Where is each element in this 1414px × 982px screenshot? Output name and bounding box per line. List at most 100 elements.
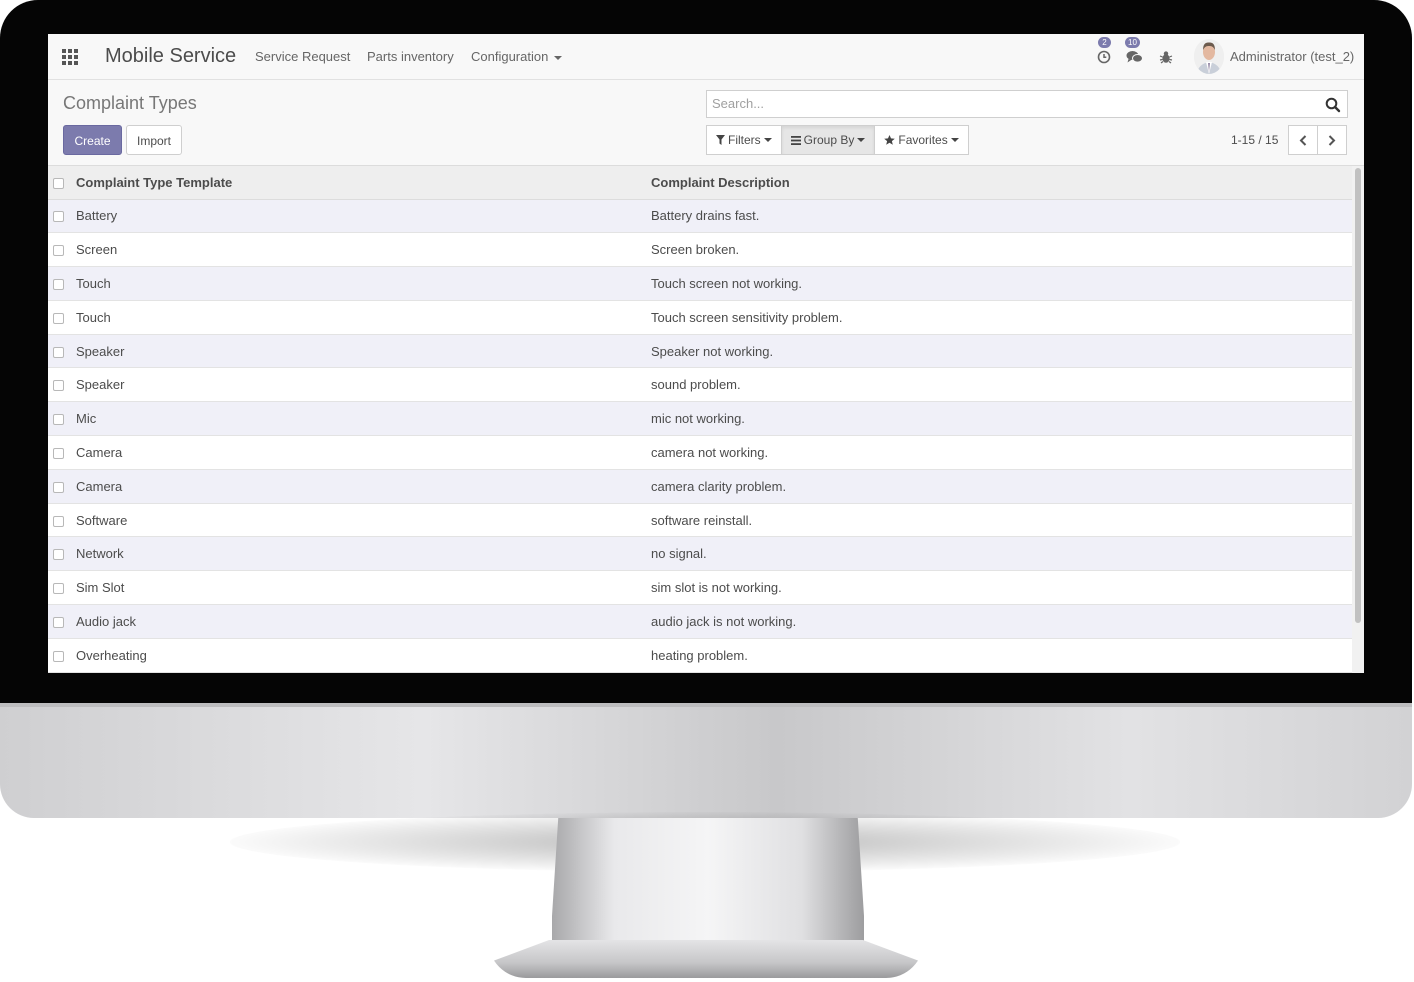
row-checkbox-cell: [48, 604, 76, 639]
list-icon: [790, 135, 801, 145]
row-checkbox[interactable]: [53, 617, 64, 629]
row-checkbox[interactable]: [53, 245, 64, 257]
template-cell[interactable]: Screen: [76, 232, 651, 268]
activity-count-badge: 2: [1098, 37, 1111, 48]
user-menu[interactable]: Administrator (test_2): [1230, 49, 1354, 64]
template-cell[interactable]: Audio jack: [76, 604, 651, 639]
table-row[interactable]: Camera camera not working.: [48, 435, 1352, 470]
activity-button[interactable]: 2: [1097, 37, 1111, 69]
table-row[interactable]: Touch Touch screen sensitivity problem.: [48, 300, 1352, 335]
template-cell[interactable]: Sim Slot: [76, 570, 651, 606]
row-checkbox[interactable]: [53, 346, 64, 358]
filters-button[interactable]: Filters: [706, 125, 782, 155]
template-cell[interactable]: Touch: [76, 266, 651, 301]
description-cell[interactable]: Touch screen sensitivity problem.: [651, 300, 1352, 335]
debug-button[interactable]: [1159, 50, 1173, 69]
pager-previous-button[interactable]: [1288, 125, 1318, 155]
favorites-button[interactable]: Favorites: [874, 125, 969, 155]
template-cell[interactable]: Network: [76, 536, 651, 572]
description-cell[interactable]: Battery drains fast.: [651, 199, 1352, 234]
app-screen: Mobile Service Service Request Parts inv…: [48, 34, 1364, 673]
row-checkbox-cell: [48, 232, 76, 268]
create-button[interactable]: Create: [63, 125, 122, 155]
description-cell[interactable]: sound problem.: [651, 367, 1352, 403]
row-checkbox-cell: [48, 469, 76, 504]
row-checkbox[interactable]: [53, 414, 64, 426]
description-cell[interactable]: camera not working.: [651, 435, 1352, 470]
description-cell[interactable]: heating problem.: [651, 638, 1352, 673]
row-checkbox[interactable]: [53, 583, 64, 595]
import-button[interactable]: Import: [126, 125, 182, 155]
pager-value[interactable]: 1-15 / 15: [1231, 133, 1278, 147]
scrollbar-thumb[interactable]: [1355, 168, 1361, 623]
template-cell[interactable]: Overheating: [76, 638, 651, 673]
row-checkbox-cell: [48, 266, 76, 301]
user-photo-icon: [1194, 39, 1224, 74]
table-row[interactable]: Touch Touch screen not working.: [48, 266, 1352, 301]
template-cell[interactable]: Software: [76, 503, 651, 538]
menu-parts-inventory[interactable]: Parts inventory: [367, 49, 454, 64]
table-row[interactable]: Battery Battery drains fast.: [48, 199, 1352, 234]
row-checkbox[interactable]: [53, 380, 64, 392]
row-checkbox-cell: [48, 367, 76, 403]
row-checkbox[interactable]: [53, 481, 64, 493]
menu-configuration[interactable]: Configuration: [471, 49, 563, 64]
row-checkbox[interactable]: [53, 650, 64, 662]
column-header-description[interactable]: Complaint Description: [651, 166, 1352, 200]
favorites-label: Favorites: [898, 133, 948, 147]
user-avatar[interactable]: [1194, 39, 1224, 74]
template-cell[interactable]: Camera: [76, 435, 651, 470]
description-cell[interactable]: camera clarity problem.: [651, 469, 1352, 504]
row-checkbox-cell: [48, 199, 76, 234]
table-row[interactable]: Camera camera clarity problem.: [48, 469, 1352, 504]
select-all-checkbox[interactable]: [53, 177, 64, 189]
chevron-right-icon: [1328, 134, 1336, 146]
row-checkbox[interactable]: [53, 448, 64, 460]
table-row[interactable]: Software software reinstall.: [48, 503, 1352, 538]
template-cell[interactable]: Battery: [76, 199, 651, 234]
table-row[interactable]: Mic mic not working.: [48, 401, 1352, 437]
template-cell[interactable]: Speaker: [76, 367, 651, 403]
description-cell[interactable]: Speaker not working.: [651, 334, 1352, 369]
table-row[interactable]: Audio jack audio jack is not working.: [48, 604, 1352, 639]
description-cell[interactable]: Screen broken.: [651, 232, 1352, 268]
list-scrollbar[interactable]: [1352, 166, 1364, 673]
apps-grid-icon[interactable]: [62, 49, 79, 66]
table-row[interactable]: Speaker sound problem.: [48, 367, 1352, 403]
group-by-button[interactable]: Group By: [780, 125, 876, 155]
row-checkbox[interactable]: [53, 549, 64, 561]
template-cell[interactable]: Touch: [76, 300, 651, 335]
row-checkbox[interactable]: [53, 312, 64, 324]
table-header-row: Complaint Type Template Complaint Descri…: [48, 166, 1352, 200]
table-row[interactable]: Sim Slot sim slot is not working.: [48, 570, 1352, 606]
description-cell[interactable]: no signal.: [651, 536, 1352, 572]
description-cell[interactable]: software reinstall.: [651, 503, 1352, 538]
template-cell[interactable]: Speaker: [76, 334, 651, 369]
table-row[interactable]: Network no signal.: [48, 536, 1352, 572]
bug-icon: [1159, 51, 1173, 64]
table-row[interactable]: Speaker Speaker not working.: [48, 334, 1352, 369]
template-cell[interactable]: Mic: [76, 401, 651, 437]
messages-button[interactable]: 10: [1125, 37, 1143, 69]
search-box: [706, 90, 1348, 118]
template-cell[interactable]: Camera: [76, 469, 651, 504]
row-checkbox[interactable]: [53, 279, 64, 291]
search-icon[interactable]: [1325, 97, 1341, 113]
table-row[interactable]: Overheating heating problem.: [48, 638, 1352, 673]
description-cell[interactable]: audio jack is not working.: [651, 604, 1352, 639]
chevron-down-icon: [950, 138, 959, 142]
row-checkbox[interactable]: [53, 211, 64, 223]
table-body: Battery Battery drains fast. Screen Screen …: [48, 199, 1352, 673]
search-input[interactable]: [712, 96, 1312, 111]
row-checkbox[interactable]: [53, 515, 64, 527]
column-header-template[interactable]: Complaint Type Template: [76, 166, 651, 200]
description-cell[interactable]: sim slot is not working.: [651, 570, 1352, 606]
description-cell[interactable]: Touch screen not working.: [651, 266, 1352, 301]
pager-next-button[interactable]: [1317, 125, 1347, 155]
description-cell[interactable]: mic not working.: [651, 401, 1352, 437]
row-checkbox-cell: [48, 638, 76, 673]
table-row[interactable]: Screen Screen broken.: [48, 232, 1352, 268]
chevron-down-icon: [554, 55, 563, 60]
menu-service-request[interactable]: Service Request: [255, 49, 350, 64]
star-icon: [884, 135, 896, 145]
